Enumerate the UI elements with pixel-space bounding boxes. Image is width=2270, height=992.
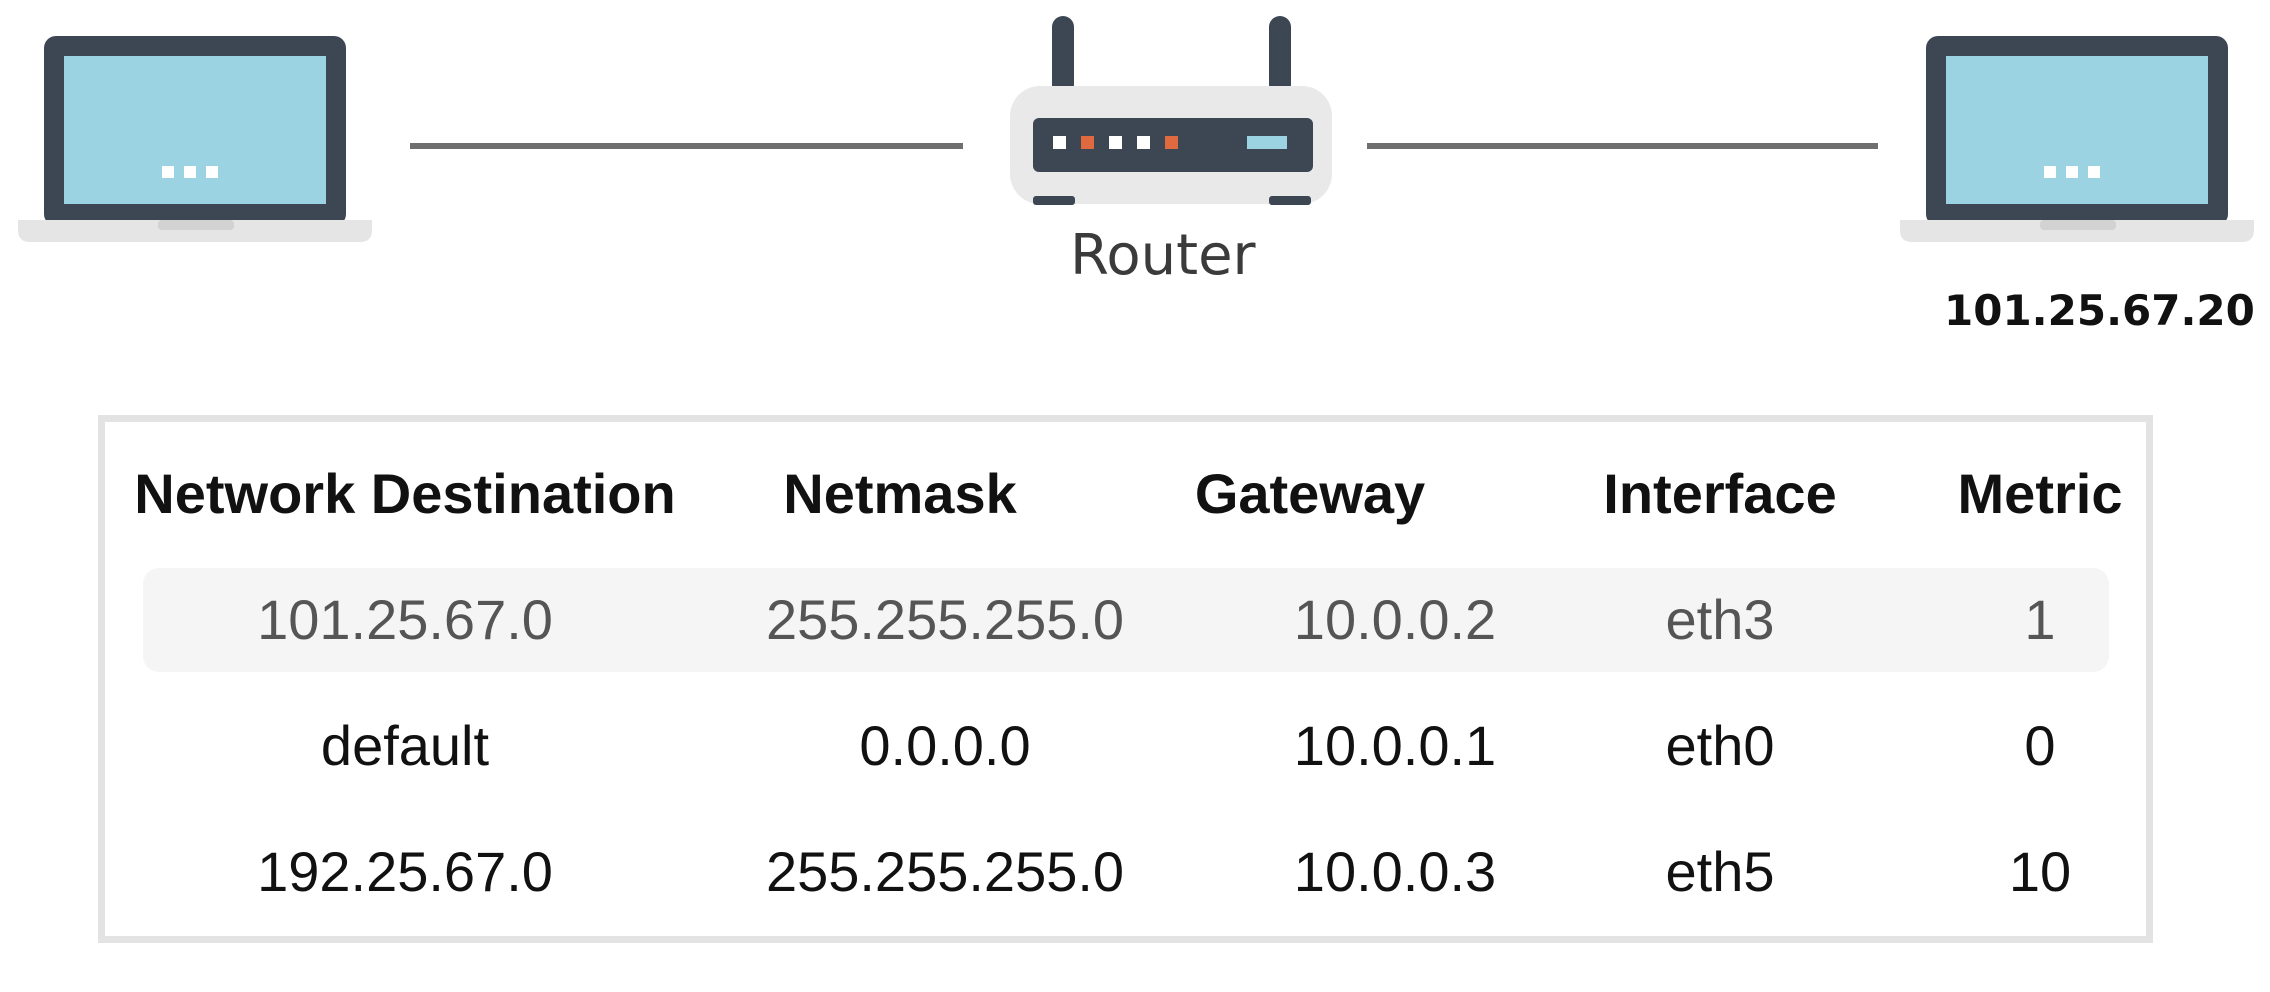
- router-label: Router: [1070, 223, 1256, 288]
- routing-table: Network Destination Netmask Gateway Inte…: [98, 415, 2153, 943]
- destination-ip-label: 101.25.67.20: [1944, 286, 2255, 335]
- laptop-icon: [16, 30, 376, 255]
- header-metric: Metric: [1957, 462, 2123, 525]
- cell-metric: 0: [2024, 714, 2056, 777]
- table-row: default 0.0.0.0 10.0.0.1 eth0 0: [105, 694, 2146, 798]
- cell-interface: eth5: [1665, 840, 1775, 903]
- cell-netmask: 255.255.255.0: [765, 840, 1125, 903]
- table-row: 192.25.67.0 255.255.255.0 10.0.0.3 eth5 …: [105, 820, 2146, 924]
- cell-destination: default: [320, 714, 490, 777]
- router-icon: [1007, 10, 1337, 215]
- network-diagram: Router 101.25.67.20 Network Destination …: [0, 0, 2270, 992]
- cell-interface: eth0: [1665, 714, 1775, 777]
- table-header-row: Network Destination Netmask Gateway Inte…: [105, 442, 2146, 546]
- cell-gateway: 10.0.0.1: [1293, 714, 1497, 777]
- cell-metric: 10: [2008, 840, 2072, 903]
- header-network-destination: Network Destination: [134, 462, 676, 525]
- cell-gateway: 10.0.0.2: [1293, 588, 1497, 651]
- cell-gateway: 10.0.0.3: [1293, 840, 1497, 903]
- header-netmask: Netmask: [783, 462, 1017, 525]
- table-row: 101.25.67.0 255.255.255.0 10.0.0.2 eth3 …: [105, 568, 2146, 672]
- cell-netmask: 255.255.255.0: [765, 588, 1125, 651]
- network-link: [1367, 143, 1878, 149]
- cell-netmask: 0.0.0.0: [859, 714, 1031, 777]
- cell-interface: eth3: [1665, 588, 1775, 651]
- network-link: [410, 143, 963, 149]
- cell-destination: 101.25.67.0: [257, 588, 553, 651]
- header-gateway: Gateway: [1194, 462, 1426, 525]
- cell-destination: 192.25.67.0: [257, 840, 553, 903]
- cell-metric: 1: [2024, 588, 2056, 651]
- header-interface: Interface: [1603, 462, 1837, 525]
- laptop-icon: [1898, 30, 2258, 255]
